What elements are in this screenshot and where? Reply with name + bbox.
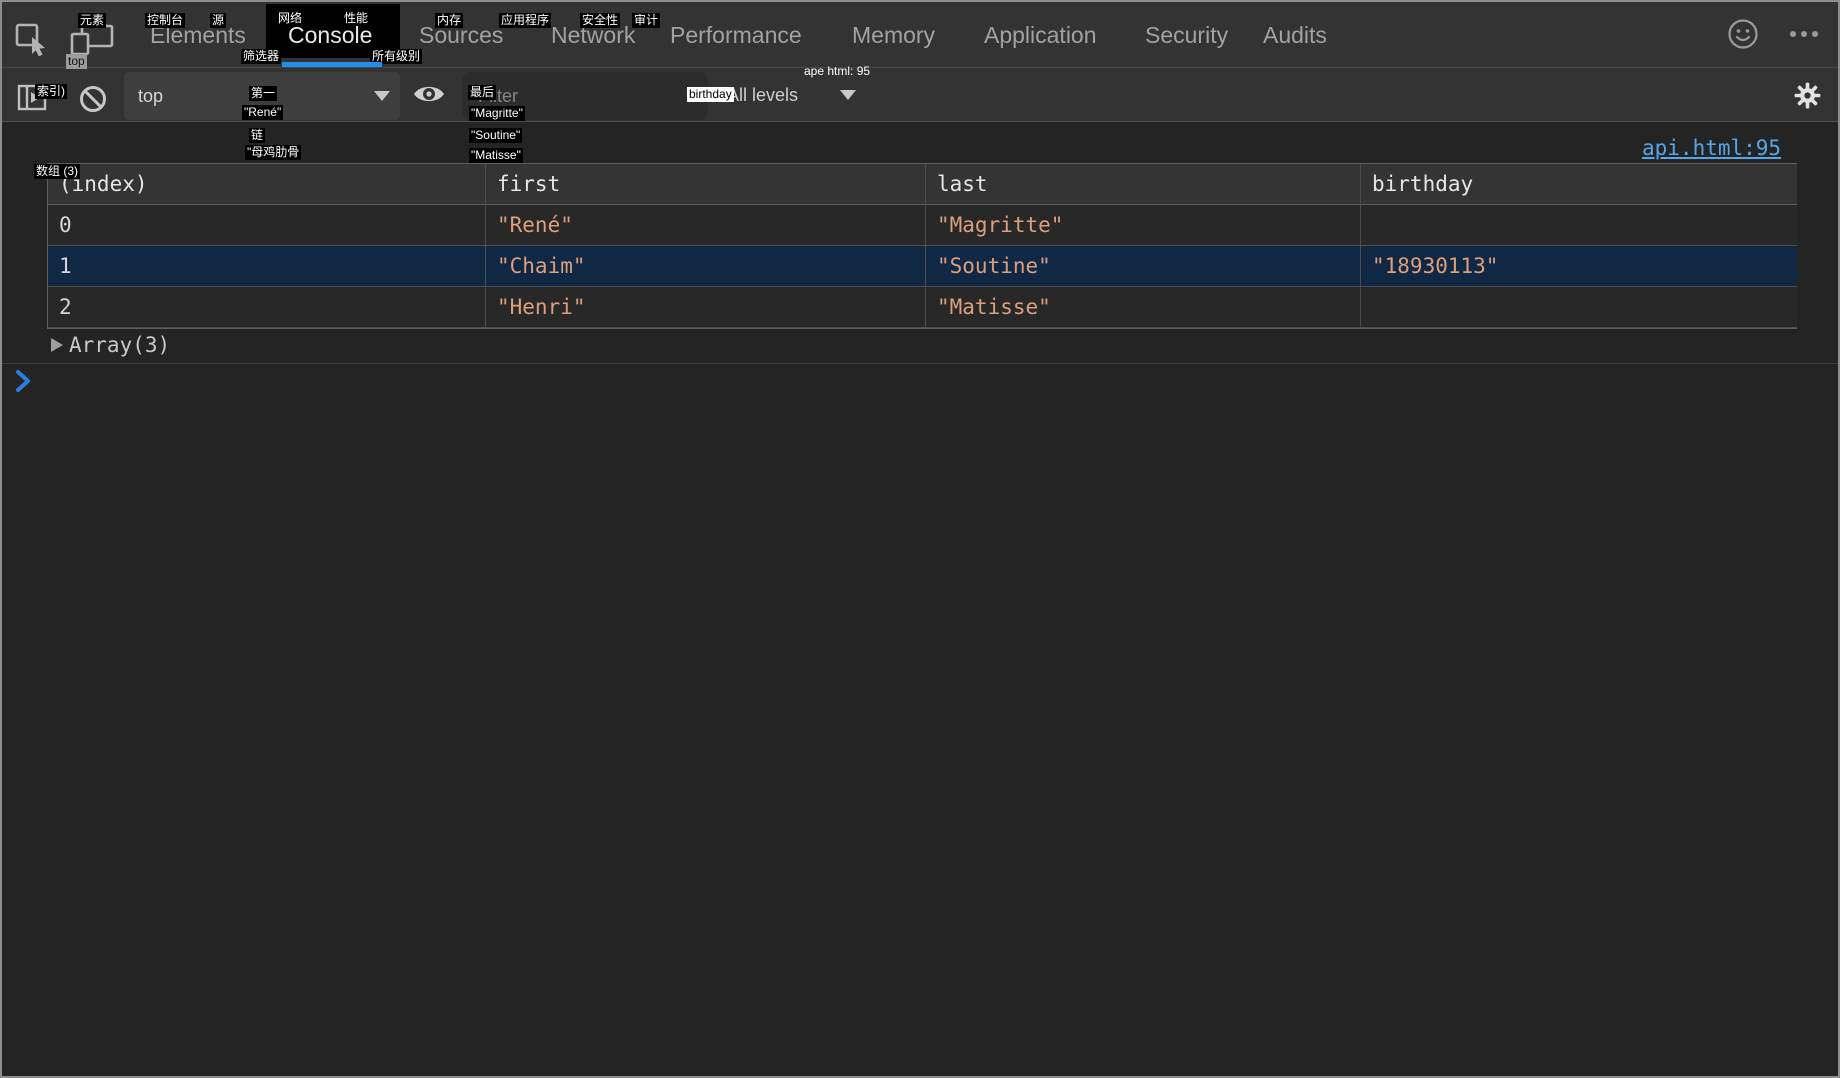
translation-overlay: 应用程序 <box>499 13 552 28</box>
tab-performance[interactable]: Performance <box>670 2 802 68</box>
prompt-divider <box>2 363 1838 364</box>
feedback-smiley-icon[interactable] <box>1727 18 1759 50</box>
translation-overlay: 安全性 <box>580 13 621 28</box>
table-header-index[interactable]: (index) <box>48 164 486 205</box>
table-cell[interactable] <box>1361 205 1797 246</box>
table-header-last[interactable]: last <box>926 164 1361 205</box>
tab-application[interactable]: Application <box>984 2 1097 68</box>
translation-overlay: top <box>66 54 87 69</box>
translation-overlay: 筛选器 <box>241 49 282 64</box>
table-cell-selected-row[interactable]: "18930113" <box>1361 246 1797 287</box>
context-selector-value: top <box>138 86 164 106</box>
tab-console[interactable]: Console <box>288 2 372 68</box>
chevron-down-icon <box>840 90 856 100</box>
table-cell-selected-row[interactable]: 1 <box>48 246 486 287</box>
tab-audits[interactable]: Audits <box>1263 2 1327 68</box>
source-location-link[interactable]: api.html:95 <box>1642 136 1781 160</box>
table-cell[interactable] <box>1361 287 1797 328</box>
translation-overlay: "Soutine" <box>469 128 523 143</box>
log-levels-dropdown[interactable]: All levels <box>727 68 798 122</box>
inspect-element-icon[interactable] <box>14 22 48 56</box>
translation-overlay: birthday <box>687 87 734 102</box>
more-options-icon[interactable] <box>1788 29 1820 39</box>
device-toolbar-icon[interactable] <box>70 24 118 56</box>
table-cell-selected-row[interactable]: "Chaim" <box>486 246 926 287</box>
chevron-down-icon <box>374 91 390 101</box>
expand-triangle-icon[interactable] <box>51 338 63 352</box>
settings-gear-icon[interactable] <box>1794 82 1821 109</box>
active-tab-indicator <box>282 62 382 67</box>
devtools-window: Elements Console Sources Network Perform… <box>0 0 1840 1078</box>
translation-overlay: 最后 <box>468 85 497 100</box>
translation-overlay: "Matisse" <box>469 148 523 163</box>
translation-overlay: 索引) <box>35 84 67 99</box>
table-cell[interactable]: "Magritte" <box>926 205 1361 246</box>
table-cell[interactable]: "René" <box>486 205 926 246</box>
translation-overlay: "母鸡肋骨 <box>245 145 302 160</box>
translation-overlay: 数组 (3) <box>34 164 81 179</box>
tab-memory[interactable]: Memory <box>852 2 935 68</box>
live-expression-eye-icon[interactable] <box>413 80 445 108</box>
translation-overlay: 链 <box>249 128 266 143</box>
translation-overlay: 内存 <box>435 13 464 28</box>
table-header-first[interactable]: first <box>486 164 926 205</box>
tab-security[interactable]: Security <box>1145 2 1228 68</box>
tab-network[interactable]: Network <box>551 2 635 68</box>
table-cell[interactable]: 2 <box>48 287 486 328</box>
table-header-birthday[interactable]: birthday <box>1361 164 1797 205</box>
translation-overlay: "Magritte" <box>469 106 525 121</box>
translation-overlay: 控制台 <box>145 13 186 28</box>
translation-overlay: ape html: 95 <box>804 64 871 78</box>
clear-console-icon[interactable] <box>78 84 108 114</box>
table-cell[interactable]: "Matisse" <box>926 287 1361 328</box>
translation-overlay: 第一 <box>249 86 278 101</box>
tab-sources[interactable]: Sources <box>419 2 503 68</box>
console-messages-area: api.html:95 (index) first last birthday … <box>2 123 1838 1076</box>
translation-overlay: 审计 <box>632 13 661 28</box>
console-table: (index) first last birthday 0 "René" "Ma… <box>47 163 1797 329</box>
log-levels-label: All levels <box>727 85 799 105</box>
translation-overlay: 源 <box>210 13 227 28</box>
array-summary-expander[interactable]: Array(3) <box>69 333 170 357</box>
console-prompt-chevron-icon[interactable] <box>15 369 33 393</box>
translation-overlay: "René" <box>242 105 284 120</box>
table-cell[interactable]: 0 <box>48 205 486 246</box>
tab-elements[interactable]: Elements <box>150 2 246 68</box>
table-cell[interactable]: "Henri" <box>486 287 926 328</box>
table-cell-selected-row[interactable]: "Soutine" <box>926 246 1361 287</box>
translation-overlay: 元素 <box>78 13 107 28</box>
